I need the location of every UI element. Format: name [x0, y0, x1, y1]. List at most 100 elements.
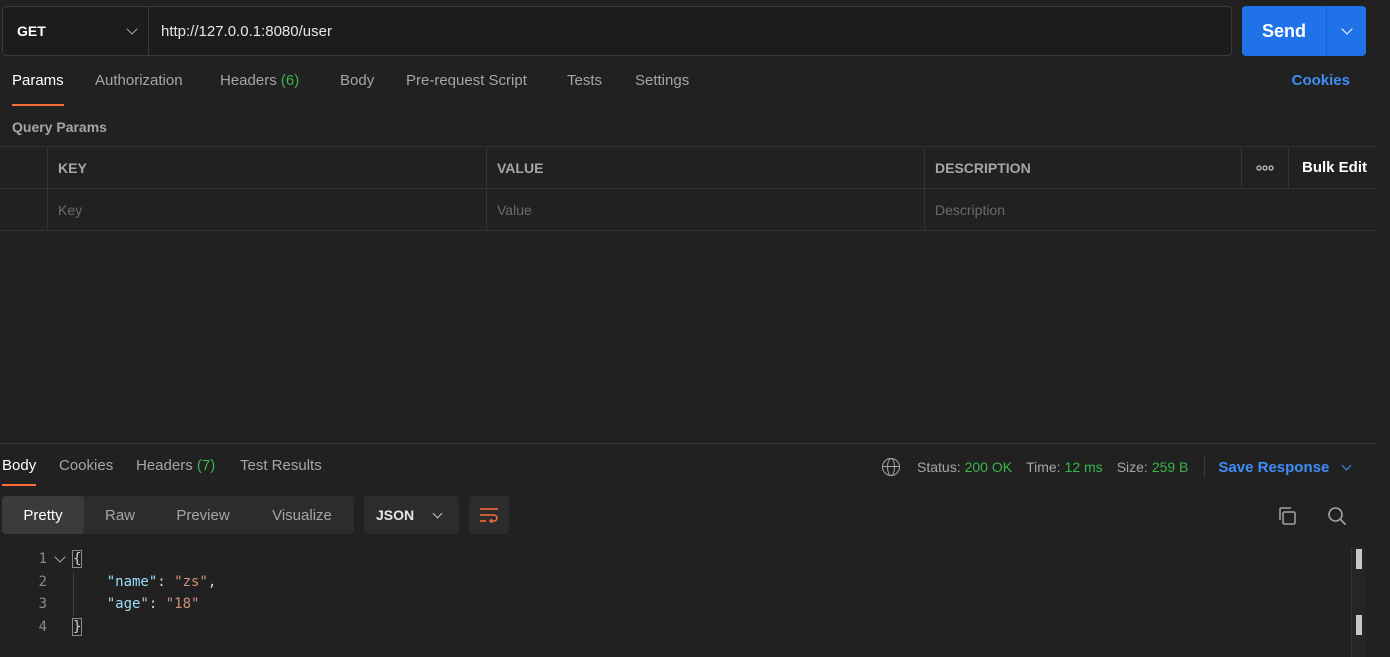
size-value[interactable]: 259 B	[1152, 459, 1189, 475]
tab-tests[interactable]: Tests	[567, 72, 602, 106]
tab-settings[interactable]: Settings	[635, 72, 689, 106]
value-input[interactable]: Value	[486, 189, 924, 230]
open-brace: {	[71, 550, 83, 569]
send-options-button[interactable]	[1326, 6, 1366, 56]
json-string: "zs"	[174, 573, 208, 590]
response-divider[interactable]	[0, 443, 1376, 444]
line-number: 4	[38, 618, 47, 635]
copy-icon	[1279, 507, 1296, 525]
tab-label: Tests	[567, 72, 603, 89]
response-tab-body[interactable]: Body	[2, 457, 37, 486]
json-key: "age"	[106, 596, 149, 613]
line-number: 1	[38, 551, 47, 568]
table-row: Key Value Description	[0, 189, 1376, 231]
status-value[interactable]: 200 OK	[965, 459, 1012, 475]
line-number: 2	[38, 573, 47, 590]
globe-icon[interactable]	[882, 458, 900, 476]
close-brace: }	[71, 617, 83, 636]
response-body-editor[interactable]: 1 { 2 "name": "zs", 3 "age": "18" 4 }	[0, 548, 1350, 638]
size-label: Size:	[1116, 459, 1148, 475]
tab-body[interactable]: Body	[340, 72, 374, 106]
url-bar: GET http://127.0.0.1:8080/user	[2, 6, 1232, 56]
format-label: JSON	[376, 507, 415, 523]
view-pretty[interactable]: Pretty	[2, 496, 84, 534]
tab-label: Headers	[136, 457, 193, 474]
tab-headers[interactable]: Headers (6)	[220, 72, 299, 106]
method-label: GET	[17, 23, 46, 39]
search-button[interactable]	[1326, 505, 1348, 527]
code-line: 3 "age": "18"	[0, 593, 1350, 616]
divider	[1204, 456, 1206, 478]
send-button-group: Send	[1242, 6, 1366, 56]
status-label: Status:	[917, 459, 961, 475]
json-string: "18"	[165, 596, 200, 613]
json-colon: :	[148, 596, 166, 613]
tab-label: Headers	[220, 72, 277, 89]
tab-label: Test Results	[240, 457, 322, 474]
response-tab-headers[interactable]: Headers (7)	[136, 457, 215, 486]
tab-label: Settings	[635, 72, 690, 89]
send-button[interactable]: Send	[1242, 6, 1326, 56]
column-description: DESCRIPTION	[924, 147, 1241, 188]
description-input[interactable]: Description	[924, 189, 1376, 230]
code-line: 1 {	[0, 548, 1350, 571]
code-line: 4 }	[0, 616, 1350, 639]
code-text: "name": "zs",	[73, 573, 217, 590]
search-icon	[1328, 507, 1347, 526]
wrap-lines-button[interactable]	[469, 496, 509, 534]
tab-label: Cookies	[59, 457, 114, 474]
code-line: 2 "name": "zs",	[0, 571, 1350, 594]
more-options-button[interactable]	[1241, 147, 1288, 188]
view-preview[interactable]: Preview	[156, 496, 250, 534]
json-key: "name"	[106, 573, 158, 590]
tab-pre-request-script[interactable]: Pre-request Script	[406, 72, 527, 106]
indent-guide	[73, 572, 74, 616]
save-response-button[interactable]: Save Response	[1218, 458, 1352, 476]
headers-count: (7)	[196, 457, 216, 474]
format-select[interactable]: JSON	[364, 496, 459, 534]
cookies-link[interactable]: Cookies	[1292, 72, 1350, 89]
tab-label: Body	[2, 457, 37, 474]
url-input[interactable]: http://127.0.0.1:8080/user	[149, 7, 1231, 55]
scrollbar-marker[interactable]	[1356, 549, 1362, 569]
column-value: VALUE	[486, 147, 924, 188]
tab-label: Params	[12, 72, 64, 89]
time-label: Time:	[1026, 459, 1061, 475]
code-text: "age": "18"	[73, 596, 200, 613]
response-tab-cookies[interactable]: Cookies	[59, 457, 113, 486]
request-tabs: Params Authorization Headers (6) Body Pr…	[0, 72, 1390, 106]
view-mode-switcher: Pretty Raw Preview Visualize	[2, 496, 354, 534]
chevron-down-icon	[1341, 460, 1352, 470]
key-input[interactable]: Key	[47, 189, 486, 230]
method-select[interactable]: GET	[3, 7, 149, 55]
table-header-row: KEY VALUE DESCRIPTION Bulk Edit	[0, 147, 1376, 189]
copy-button[interactable]	[1276, 505, 1298, 527]
checkbox-column	[0, 147, 47, 188]
chevron-down-icon	[432, 508, 443, 518]
response-meta: Status: 200 OK Time: 12 ms Size: 259 B S…	[882, 456, 1352, 478]
column-key: KEY	[47, 147, 486, 188]
tab-label: Authorization	[95, 72, 183, 89]
tab-label: Pre-request Script	[406, 72, 527, 89]
line-number: 3	[38, 596, 47, 613]
save-response-label: Save Response	[1218, 458, 1330, 476]
view-visualize[interactable]: Visualize	[250, 496, 354, 534]
query-params-table: KEY VALUE DESCRIPTION Bulk Edit Key Valu…	[0, 146, 1376, 231]
query-params-title: Query Params	[12, 119, 107, 135]
chevron-down-icon	[126, 23, 138, 35]
fold-chevron-down-icon[interactable]	[47, 551, 73, 563]
more-dots-icon	[1256, 164, 1274, 171]
chevron-down-icon	[1340, 23, 1353, 35]
time-value[interactable]: 12 ms	[1065, 459, 1103, 475]
headers-count: (6)	[280, 72, 300, 89]
wrap-lines-icon	[480, 508, 498, 523]
row-checkbox-cell	[0, 189, 47, 230]
tab-params[interactable]: Params	[12, 72, 64, 106]
json-comma: ,	[207, 573, 217, 590]
json-colon: :	[157, 573, 175, 590]
scrollbar-marker[interactable]	[1356, 615, 1362, 635]
response-tab-test-results[interactable]: Test Results	[240, 457, 322, 486]
tab-authorization[interactable]: Authorization	[95, 72, 183, 106]
view-raw[interactable]: Raw	[84, 496, 156, 534]
bulk-edit-button[interactable]: Bulk Edit	[1288, 147, 1376, 188]
